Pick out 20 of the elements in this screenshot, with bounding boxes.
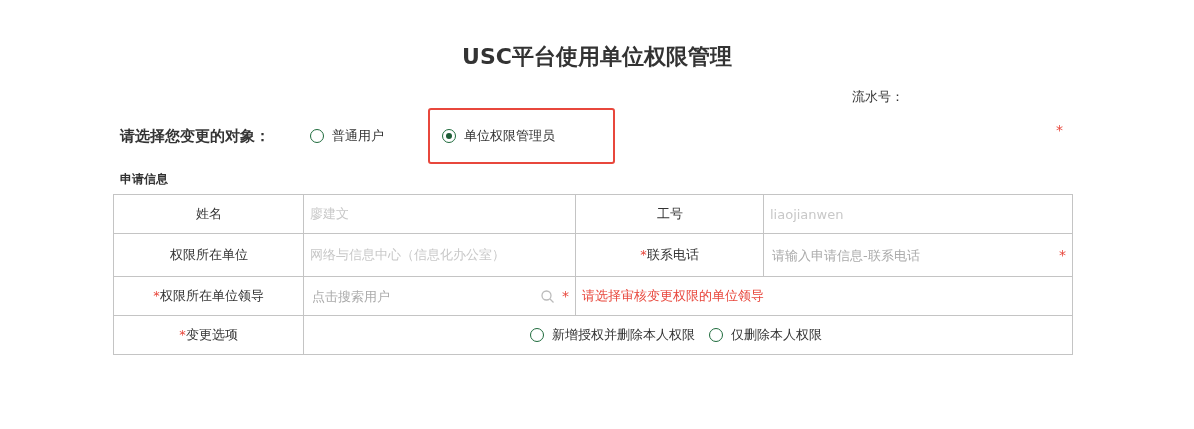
field-label: 工号 xyxy=(656,205,683,223)
section-title: 申请信息 xyxy=(119,170,169,188)
field-label: *变更选项 xyxy=(179,326,238,344)
field-label: 权限所在单位 xyxy=(169,246,248,264)
highlighted-radio-option[interactable]: 单位权限管理员 xyxy=(428,108,615,164)
field-label: *权限所在单位领导 xyxy=(153,287,264,305)
page-title: USC平台使用单位权限管理 xyxy=(461,43,733,71)
required-mark: * xyxy=(562,288,569,304)
phone-input[interactable]: 请输入申请信息-联系电话 xyxy=(770,246,1059,264)
required-mark: * xyxy=(1059,247,1066,263)
required-mark: * xyxy=(1056,122,1063,138)
search-input[interactable]: 点击搜索用户 xyxy=(310,287,541,305)
radio-option[interactable]: 普通用户 xyxy=(310,110,396,162)
serial-label: 流水号： xyxy=(852,88,904,106)
radio-option[interactable]: 新增授权并删除本人权限 xyxy=(530,326,695,344)
target-label: 请选择您变更的对象： xyxy=(120,126,271,146)
radio-option[interactable]: 仅删除本人权限 xyxy=(709,326,822,344)
error-message: 请选择审核变更权限的单位领导 xyxy=(582,287,764,305)
field-label: 姓名 xyxy=(195,205,222,223)
field-label: *联系电话 xyxy=(640,246,699,264)
